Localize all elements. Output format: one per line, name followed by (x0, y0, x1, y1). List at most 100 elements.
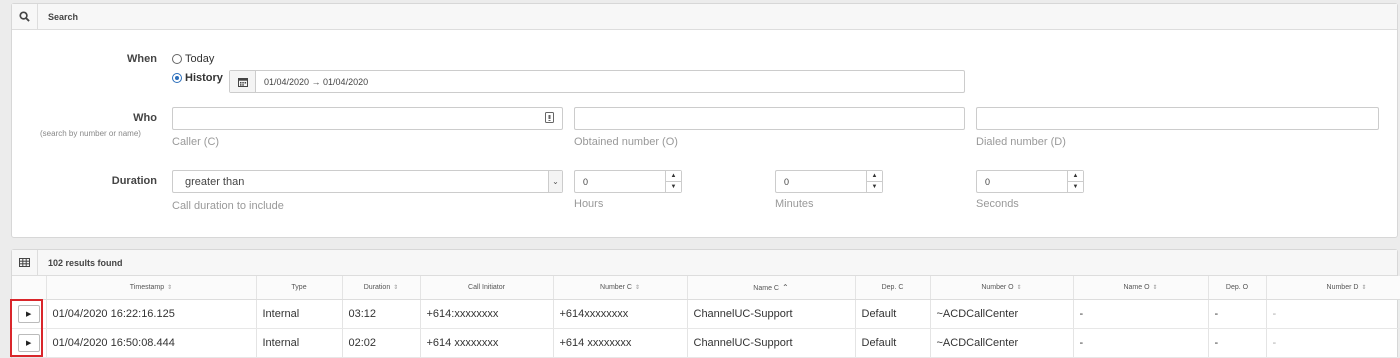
history-radio[interactable]: History (172, 72, 223, 84)
search-icon[interactable] (12, 3, 38, 30)
cell-timestamp: 01/04/2020 16:50:08.444 (46, 328, 257, 358)
decrement-icon[interactable]: ▼ (666, 182, 681, 192)
cell-name-o: - (1073, 299, 1209, 329)
sort-icon[interactable]: ⇕ (393, 285, 398, 291)
cell-dep-o: - (1208, 328, 1267, 358)
col-header-number-o[interactable]: Number O ⇕ (930, 276, 1074, 300)
minutes-value: 0 (784, 176, 790, 187)
sort-icon[interactable]: ⇕ (1153, 285, 1158, 291)
play-icon[interactable]: ▶ (17, 333, 40, 352)
hours-input[interactable]: 0 ▲ ▼ (574, 170, 682, 193)
caller-help: Caller (C) (172, 136, 220, 148)
seconds-input[interactable]: 0 ▲ ▼ (976, 170, 1084, 193)
today-radio-label: Today (185, 53, 215, 65)
col-header-name-c[interactable]: Name C ⌃ (687, 276, 856, 300)
caller-input[interactable] (172, 107, 563, 130)
cell-duration: 02:02 (342, 328, 421, 358)
obtained-number-help: Obtained number (O) (574, 136, 678, 148)
sort-icon[interactable]: ⇕ (1361, 285, 1366, 291)
play-icon[interactable]: ▶ (17, 304, 40, 323)
col-header-number-d[interactable]: Number D ⇕ (1266, 276, 1400, 300)
results-panel-header: 102 results found (12, 249, 1397, 276)
seconds-value: 0 (985, 176, 991, 187)
when-label: When (127, 53, 157, 65)
today-radio[interactable]: Today (172, 53, 214, 65)
dialed-number-input[interactable] (976, 107, 1379, 130)
cell-type: Internal (256, 299, 343, 329)
duration-label: Duration (111, 175, 157, 187)
cell-name-o: - (1073, 328, 1209, 358)
cell-call-initiator: +614:xxxxxxxx (420, 299, 554, 329)
chevron-down-icon[interactable]: ⌄ (548, 171, 562, 192)
grid-icon (12, 249, 38, 276)
cell-number-o: ~ACDCallCenter (930, 299, 1074, 329)
cell-name-c: ChannelUC-Support (687, 328, 856, 358)
play-cell: ▶ (12, 299, 47, 329)
sort-icon[interactable]: ⇕ (1017, 285, 1022, 291)
history-radio-label: History (185, 72, 223, 84)
date-range-value: 01/04/2020 → 01/04/2020 (264, 76, 369, 87)
cell-number-d: - (1266, 299, 1400, 329)
dialed-number-help: Dialed number (D) (976, 136, 1066, 148)
col-header-dep-c[interactable]: Dep. C (855, 276, 931, 300)
sort-icon[interactable]: ⇕ (167, 285, 172, 291)
cell-dep-c: Default (855, 299, 931, 329)
who-label: Who (133, 112, 157, 124)
search-panel: Search When Today History 01/04/2020 → 0… (11, 3, 1398, 238)
contact-card-icon[interactable] (545, 112, 554, 126)
sort-asc-icon[interactable]: ⌃ (782, 283, 789, 292)
calendar-icon[interactable] (230, 71, 256, 92)
seconds-stepper[interactable]: ▲ ▼ (1067, 171, 1083, 192)
results-panel: 102 results found Timestamp ⇕ Type Durati… (11, 249, 1400, 358)
col-header-type[interactable]: Type (256, 276, 343, 300)
cell-number-o: ~ACDCallCenter (930, 328, 1074, 358)
results-table: Timestamp ⇕ Type Duration ⇕ Call Initiator… (12, 276, 1400, 358)
minutes-help: Minutes (775, 198, 814, 210)
cell-number-c: +614xxxxxxxx (553, 299, 688, 329)
hours-help: Hours (574, 198, 604, 210)
date-range-input[interactable]: 01/04/2020 → 01/04/2020 (229, 70, 965, 93)
table-row[interactable]: ▶ 01/04/2020 16:50:08.444 Internal 02:02… (12, 328, 1400, 358)
cell-duration: 03:12 (342, 299, 421, 329)
cell-number-d: - (1266, 328, 1400, 358)
decrement-icon[interactable]: ▼ (1068, 182, 1083, 192)
duration-select[interactable]: greater than ⌄ (172, 170, 563, 193)
search-panel-title: Search (48, 11, 79, 22)
cell-number-c: +614 xxxxxxxx (553, 328, 688, 358)
hours-value: 0 (583, 176, 589, 187)
sort-icon[interactable]: ⇕ (635, 285, 640, 291)
cell-timestamp: 01/04/2020 16:22:16.125 (46, 299, 257, 329)
col-header-dep-o[interactable]: Dep. O (1208, 276, 1267, 300)
cell-dep-c: Default (855, 328, 931, 358)
minutes-input[interactable]: 0 ▲ ▼ (775, 170, 883, 193)
minutes-stepper[interactable]: ▲ ▼ (866, 171, 882, 192)
hours-stepper[interactable]: ▲ ▼ (665, 171, 681, 192)
cell-type: Internal (256, 328, 343, 358)
who-sublabel: (search by number or name) (40, 129, 141, 138)
increment-icon[interactable]: ▲ (1068, 171, 1083, 182)
seconds-help: Seconds (976, 198, 1019, 210)
increment-icon[interactable]: ▲ (867, 171, 882, 182)
col-header-timestamp[interactable]: Timestamp ⇕ (46, 276, 257, 300)
col-header-duration[interactable]: Duration ⇕ (342, 276, 421, 300)
obtained-number-input[interactable] (574, 107, 965, 130)
table-header-row: Timestamp ⇕ Type Duration ⇕ Call Initiator… (12, 276, 1400, 300)
redaction-box (34, 60, 79, 74)
col-header-call-initiator[interactable]: Call Initiator (420, 276, 554, 300)
history-radio-circle[interactable] (172, 73, 182, 83)
duration-help: Call duration to include (172, 200, 284, 212)
col-header-play (12, 276, 47, 300)
col-header-number-c[interactable]: Number C ⇕ (553, 276, 688, 300)
results-count: 102 results found (48, 257, 123, 268)
search-panel-header: Search (12, 3, 1397, 30)
cell-dep-o: - (1208, 299, 1267, 329)
cell-name-c: ChannelUC-Support (687, 299, 856, 329)
table-row[interactable]: ▶ 01/04/2020 16:22:16.125 Internal 03:12… (12, 299, 1400, 329)
cell-call-initiator: +614 xxxxxxxx (420, 328, 554, 358)
duration-select-value: greater than (185, 175, 245, 188)
play-cell: ▶ (12, 328, 47, 358)
today-radio-circle[interactable] (172, 54, 182, 64)
increment-icon[interactable]: ▲ (666, 171, 681, 182)
decrement-icon[interactable]: ▼ (867, 182, 882, 192)
col-header-name-o[interactable]: Name O ⇕ (1073, 276, 1209, 300)
